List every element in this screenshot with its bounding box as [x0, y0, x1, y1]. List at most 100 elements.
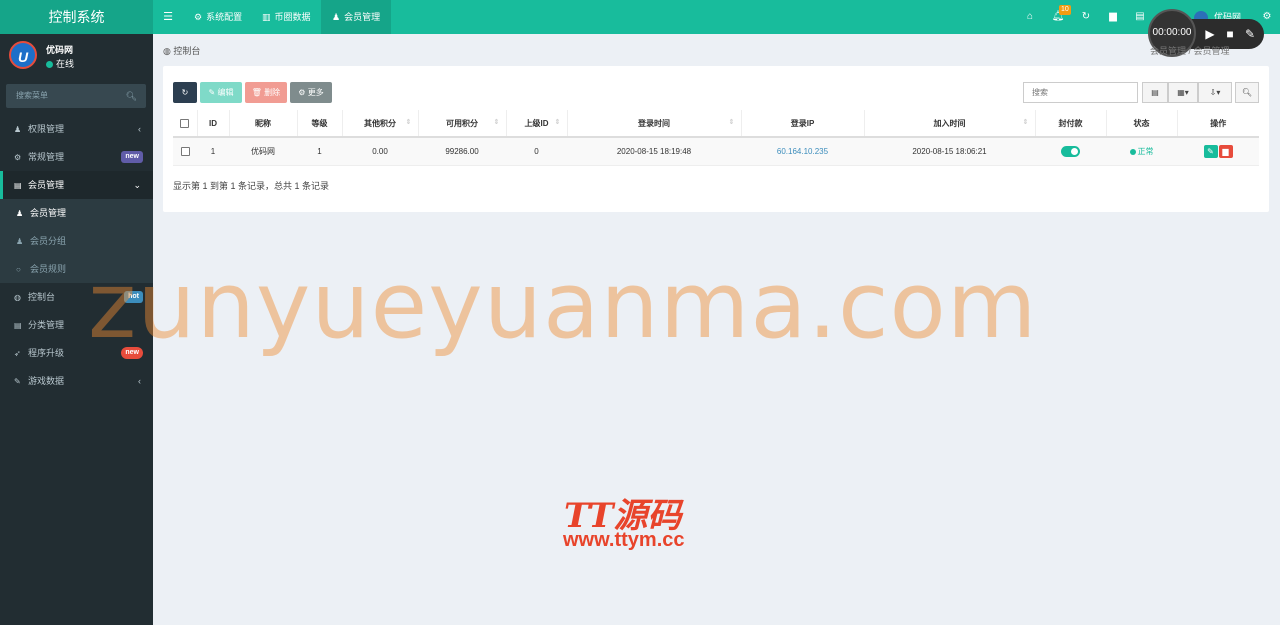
tab-label: 币圈数据: [274, 12, 311, 22]
pencil-icon: ✎: [1207, 146, 1214, 156]
cell-level: 1: [297, 137, 342, 166]
col-header-payment-lock: 封付款: [1035, 110, 1107, 138]
user-status-text: 在线: [56, 59, 75, 69]
table-search-input[interactable]: [1023, 82, 1138, 103]
sort-icon: ⇕: [1022, 118, 1029, 126]
sidebar-search-input[interactable]: 搜索菜单 🔍︎: [6, 84, 146, 108]
breadcrumb-home[interactable]: 控制台: [173, 46, 200, 56]
watermark-url: www.ttym.cc: [563, 529, 685, 551]
select-all-checkbox[interactable]: [180, 118, 190, 128]
stop-icon[interactable]: ■: [1222, 26, 1238, 42]
toggle-view-button[interactable]: ▤: [1142, 82, 1168, 103]
magic-icon: ✎: [14, 377, 21, 386]
sort-icon: ⇕: [493, 118, 500, 126]
sidebar-search-placeholder: 搜索菜单: [16, 91, 48, 100]
dashboard-icon: ◍: [14, 293, 21, 302]
row-checkbox[interactable]: [180, 146, 190, 156]
sidebar-item-label: 常规管理: [28, 152, 65, 162]
tab-label: 系统配置: [206, 12, 243, 22]
home-icon[interactable]: ⌂: [1017, 0, 1043, 34]
cell-id: 1: [197, 137, 229, 166]
table-row[interactable]: 1 优码网 1 0.00 99286.00 0 2020-08-15 18:19…: [173, 137, 1259, 166]
tab-system-config[interactable]: ⚙ 系统配置: [183, 0, 253, 34]
table-view-icon: ▤: [1151, 88, 1159, 97]
sidebar-subitem-member-groups[interactable]: ♟ 会员分组: [0, 227, 153, 255]
tab-coin-data[interactable]: ▥ 币圈数据: [251, 0, 322, 34]
col-header-nickname: 昵称: [229, 110, 298, 138]
cell-parent-id: 0: [506, 137, 567, 166]
col-header-level[interactable]: 等级: [297, 110, 343, 138]
cell-other-points: 0.00: [342, 137, 418, 166]
sidebar-item-members[interactable]: ▤ 会员管理 ⌄: [0, 171, 153, 199]
sidebar-subitem-member-management[interactable]: ♟ 会员管理: [0, 199, 153, 227]
sidebar-item-label: 控制台: [28, 292, 56, 302]
sidebar-item-game-data[interactable]: ✎ 游戏数据 ‹: [0, 367, 153, 395]
sidebar-user-name: 优码网: [46, 45, 74, 55]
grid-icon: ▦▾: [1177, 88, 1189, 97]
col-header-available-points[interactable]: 可用积分 ⇕: [418, 110, 507, 138]
trash-icon: ▆: [1222, 146, 1229, 156]
search-icon[interactable]: 🔍︎: [126, 84, 137, 108]
top-navbar: 控制系统 ☰ ⚙ 系统配置 ▥ 币圈数据 ♟ 会员管理 ⌂ 🔔︎ 10 ↻ ▆ ▤ 优…: [0, 0, 1280, 34]
sidebar-item-permissions[interactable]: ♟ 权限管理 ‹: [0, 115, 153, 143]
col-header-status: 状态: [1106, 110, 1178, 138]
chevron-left-icon: ‹: [138, 376, 141, 386]
columns-button[interactable]: ▦▾: [1168, 82, 1198, 103]
login-ip-link[interactable]: 60.164.10.235: [777, 147, 828, 156]
bar-chart-icon: ▥: [262, 12, 271, 22]
tab-member-management[interactable]: ♟ 会员管理: [321, 0, 392, 34]
sidebar-item-label: 会员管理: [28, 180, 65, 190]
users-icon: ♟: [16, 237, 24, 246]
refresh-button[interactable]: ↻: [173, 82, 197, 103]
advanced-search-button[interactable]: 🔍︎: [1235, 82, 1259, 103]
sidebar-item-label: 分类管理: [28, 320, 65, 330]
trash-icon[interactable]: ▆: [1100, 0, 1126, 34]
app-brand[interactable]: 控制系统: [0, 0, 153, 34]
more-button[interactable]: ⚙ 更多: [290, 82, 332, 103]
list-icon: ▤: [14, 321, 22, 330]
bell-icon[interactable]: 🔔︎ 10: [1045, 0, 1071, 34]
col-header-id[interactable]: ID: [197, 110, 230, 138]
sidebar-item-label: 程序升级: [28, 348, 65, 358]
breadcrumb: ◍ 控制台: [163, 44, 200, 57]
cogs-icon: ⚙: [14, 153, 22, 162]
export-button[interactable]: ⇩▾: [1198, 82, 1232, 103]
new-badge: new: [121, 151, 143, 163]
list-icon: ▤: [14, 181, 22, 190]
row-delete-button[interactable]: ▆: [1218, 144, 1233, 158]
col-header-login-ip: 登录IP: [741, 110, 865, 138]
cell-nickname: 优码网: [229, 137, 297, 166]
members-table: ID 昵称 等级 其他积分 ⇕ 可用积分 ⇕ 上级ID ⇕ 登录时间 ⇕ 登录IP 加入…: [173, 110, 1259, 166]
sidebar-item-label: 会员分组: [30, 236, 67, 246]
pencil-icon[interactable]: ✎: [1242, 26, 1258, 42]
row-select-cell: [173, 137, 197, 166]
col-header-parent-id[interactable]: 上级ID ⇕: [506, 110, 568, 138]
edit-button[interactable]: ✎ 编辑: [200, 82, 242, 103]
cell-login-time: 2020-08-15 18:19:48: [567, 137, 741, 166]
tab-label: 会员管理: [344, 12, 381, 22]
pagination-info: 显示第 1 到第 1 条记录，总共 1 条记录: [173, 181, 330, 191]
col-header-other-points[interactable]: 其他积分 ⇕: [342, 110, 419, 138]
chevron-down-icon: ⌄: [133, 180, 141, 190]
refresh-icon[interactable]: ↻: [1073, 0, 1099, 34]
delete-button[interactable]: 🗑 删除: [245, 82, 287, 103]
col-header-join-time[interactable]: 加入时间 ⇕: [864, 110, 1036, 138]
content-panel: ↻ ✎ 编辑 🗑 删除 ⚙ 更多 ▤ ▦▾ ⇩▾ 🔍︎ ID 昵称 等级 其他积…: [163, 66, 1269, 212]
col-header-login-time[interactable]: 登录时间 ⇕: [567, 110, 742, 138]
status-badge: 正常: [1129, 146, 1154, 156]
sidebar-toggle-icon[interactable]: ☰: [153, 0, 183, 34]
status-dot-icon: [1129, 148, 1136, 155]
user-logo: U: [9, 41, 37, 69]
gear-icon: ⚙: [194, 12, 203, 22]
sort-icon: ⇕: [405, 118, 412, 126]
row-edit-button[interactable]: ✎: [1203, 144, 1218, 158]
payment-lock-toggle[interactable]: [1061, 145, 1080, 157]
circle-icon: ○: [16, 265, 21, 274]
status-text: 正常: [1137, 146, 1154, 156]
sort-icon: ⇕: [554, 118, 561, 126]
rocket-icon: ➶: [14, 349, 21, 358]
sidebar-item-general[interactable]: ⚙ 常规管理 new: [0, 143, 153, 171]
col-header-actions: 操作: [1177, 110, 1259, 138]
sidebar-item-label: 会员规则: [30, 264, 67, 274]
play-icon[interactable]: ▶: [1202, 26, 1218, 42]
